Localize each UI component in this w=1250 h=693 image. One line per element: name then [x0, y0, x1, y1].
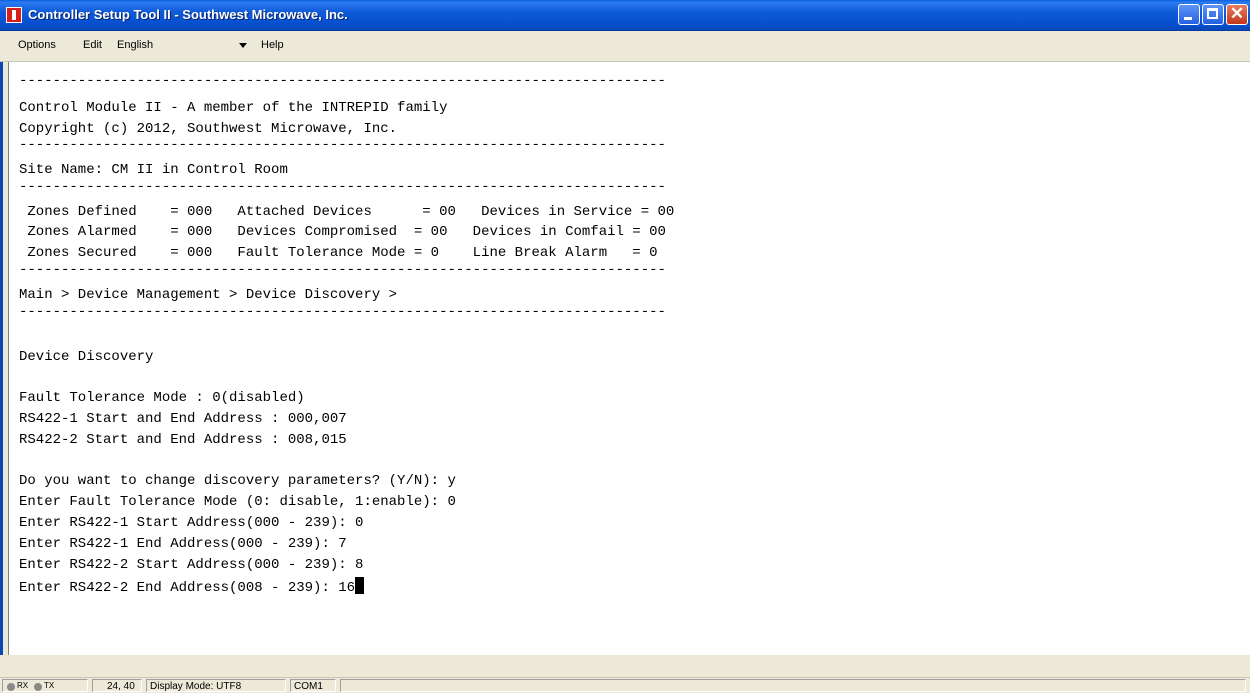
chevron-down-icon — [239, 43, 247, 48]
status-bar-empty-panel — [340, 679, 1246, 692]
terminal-line: Device Discovery — [19, 349, 154, 365]
minimize-button[interactable] — [1178, 4, 1200, 25]
rx-tx-indicator: RX TX — [2, 679, 88, 692]
terminal-console[interactable]: ----------------------------------------… — [8, 62, 1250, 655]
maximize-icon — [1207, 8, 1218, 19]
rx-label: RX — [17, 681, 29, 690]
com-port-text: COM1 — [294, 681, 323, 692]
menu-edit[interactable]: Edit — [83, 39, 102, 51]
com-port: COM1 — [290, 679, 336, 692]
cursor-position-text: 24, 40 — [107, 681, 135, 692]
menu-bar: Options Edit English Help — [0, 31, 1250, 62]
terminal-line: ----------------------------------------… — [19, 73, 666, 89]
terminal-line: Zones Alarmed = 000 Devices Compromised … — [19, 224, 666, 240]
app-logo-icon[interactable] — [6, 7, 22, 23]
terminal-line: ----------------------------------------… — [19, 179, 666, 195]
text-cursor — [355, 577, 365, 594]
window-title: Controller Setup Tool II - Southwest Mic… — [28, 7, 348, 22]
terminal-line: Enter RS422-1 Start Address(000 - 239): … — [19, 515, 364, 531]
language-select[interactable]: English — [113, 39, 247, 54]
display-mode-text: Display Mode: UTF8 — [150, 681, 242, 692]
tx-label: TX — [44, 681, 55, 690]
terminal-line: Enter RS422-2 Start Address(000 - 239): … — [19, 557, 364, 573]
terminal-line: Do you want to change discovery paramete… — [19, 473, 456, 489]
terminal-line: ----------------------------------------… — [19, 137, 666, 153]
status-bar: RX TX 24, 40 Display Mode: UTF8 COM1 — [0, 677, 1250, 693]
terminal-line: Zones Defined = 000 Attached Devices = 0… — [19, 204, 675, 220]
terminal-line: ----------------------------------------… — [19, 304, 666, 320]
terminal-line: Fault Tolerance Mode : 0(disabled) — [19, 390, 305, 406]
cursor-position: 24, 40 — [92, 679, 142, 692]
menu-options[interactable]: Options — [18, 39, 56, 51]
maximize-button[interactable] — [1202, 4, 1224, 25]
title-bar[interactable]: Controller Setup Tool II - Southwest Mic… — [0, 0, 1250, 31]
terminal-line: Enter Fault Tolerance Mode (0: disable, … — [19, 494, 456, 510]
close-icon: ✕ — [1229, 4, 1245, 23]
window-left-border — [0, 62, 8, 655]
terminal-input-line[interactable]: Enter RS422-2 End Address(008 - 239): 16 — [19, 577, 365, 597]
terminal-line: Control Module II - A member of the INTR… — [19, 100, 448, 116]
language-select-value: English — [117, 39, 154, 51]
menu-help[interactable]: Help — [261, 39, 284, 51]
terminal-line: Main > Device Management > Device Discov… — [19, 287, 398, 303]
display-mode: Display Mode: UTF8 — [146, 679, 286, 692]
terminal-line: RS422-2 Start and End Address : 008,015 — [19, 432, 347, 448]
minimize-icon — [1184, 17, 1192, 20]
rx-led-icon — [7, 683, 15, 691]
terminal-line: Enter RS422-2 End Address(008 - 239): 16 — [19, 580, 356, 596]
terminal-line: ----------------------------------------… — [19, 262, 666, 278]
terminal-line: Enter RS422-1 End Address(000 - 239): 7 — [19, 536, 347, 552]
terminal-line: RS422-1 Start and End Address : 000,007 — [19, 411, 347, 427]
tx-led-icon — [34, 683, 42, 691]
close-button[interactable]: ✕ — [1226, 4, 1248, 25]
terminal-line: Zones Secured = 000 Fault Tolerance Mode… — [19, 245, 658, 261]
terminal-line: Site Name: CM II in Control Room — [19, 162, 288, 178]
